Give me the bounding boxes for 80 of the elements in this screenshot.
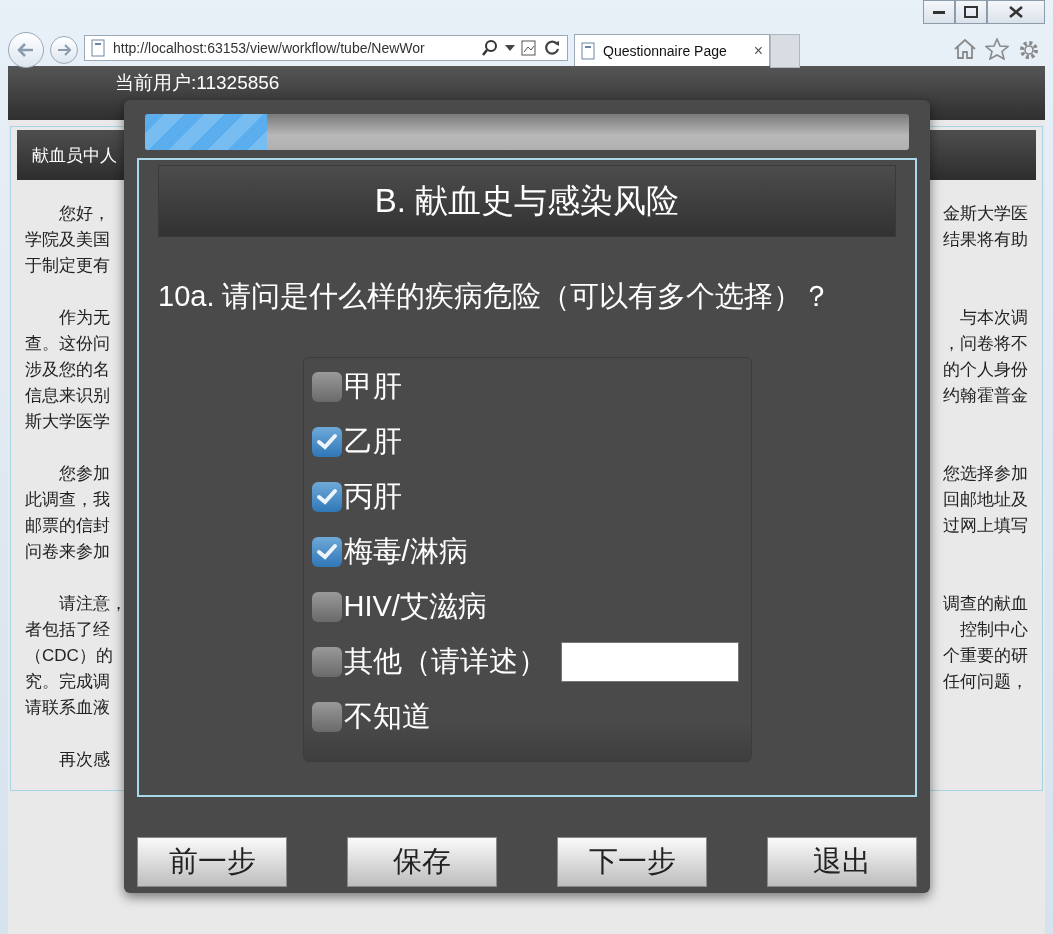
forward-button[interactable] (50, 36, 78, 64)
option-label: 不知道 (343, 699, 431, 734)
forward-arrow-icon (57, 44, 71, 56)
home-icon[interactable] (953, 38, 977, 60)
checkbox[interactable] (311, 537, 342, 567)
body-text: 问卷来参加 (25, 540, 110, 563)
body-text: 究。完成调 (25, 670, 110, 693)
nav-button[interactable]: 退出 (767, 837, 917, 887)
minimize-icon (933, 10, 945, 14)
caret-icon[interactable] (505, 45, 515, 51)
checkbox[interactable] (311, 482, 342, 512)
body-text: 者包括了经 (25, 618, 110, 641)
minimize-button[interactable] (923, 0, 955, 24)
body-text: 的个人身份 (943, 358, 1028, 381)
current-user-label: 当前用户:11325856 (115, 72, 280, 94)
body-text: 邮票的信封 (25, 514, 110, 537)
body-text: 结果将有助 (943, 228, 1028, 251)
input-field[interactable] (560, 642, 739, 682)
body-text: 任何问题， (943, 670, 1028, 693)
body-text: 于制定更有 (25, 254, 110, 277)
body-text: 再次感 (58, 748, 110, 771)
body-text: 您选择参加 (943, 462, 1028, 485)
body-text: 请联系血液 (25, 696, 110, 719)
maximize-button[interactable] (955, 0, 987, 24)
nav-button[interactable]: 保存 (347, 837, 497, 887)
body-text: 约翰霍普金 (943, 384, 1028, 407)
back-arrow-icon (17, 42, 35, 58)
page-icon (581, 41, 597, 60)
option-label: HIV/艾滋病 (343, 589, 487, 624)
body-text: 信息来识别 (25, 384, 110, 407)
body-text: 此调查，我 (25, 488, 110, 511)
page-icon (91, 39, 107, 57)
close-icon (1009, 6, 1023, 18)
address-text: http://localhost:63153/view/workflow/tube/NewWor (113, 40, 426, 56)
checkbox[interactable] (311, 427, 342, 457)
back-button[interactable] (8, 32, 44, 68)
check-icon (315, 543, 338, 561)
checkbox[interactable] (311, 592, 342, 622)
option-label: 甲肝 (343, 369, 402, 404)
body-text: 调查的献血 (943, 592, 1028, 615)
address-field[interactable]: http://localhost:63153/view/workflow/tube/NewWor (84, 35, 568, 61)
check-icon (315, 488, 338, 506)
body-text: 与本次调 (960, 306, 1028, 329)
settings-icon[interactable] (1017, 38, 1041, 62)
option-label: 梅毒/淋病 (343, 534, 468, 569)
checkbox[interactable] (311, 372, 342, 402)
body-text: 个重要的研 (943, 644, 1028, 667)
body-text: ，问卷将不 (943, 332, 1028, 355)
body-text: 学院及美国 (25, 228, 110, 251)
body-text: 查。这份问 (25, 332, 110, 355)
body-text: 控制中心 (960, 618, 1028, 641)
star-icon[interactable] (985, 38, 1009, 60)
body-text: 过网上填写 (943, 514, 1028, 537)
tab-title: Questionnaire Page (603, 42, 728, 59)
body-text: 请注意， (58, 592, 127, 615)
nav-button[interactable]: 前一步 (137, 837, 287, 887)
refresh-icon[interactable] (543, 39, 561, 57)
option-label: 乙肝 (343, 424, 402, 459)
body-text: （CDC）的 (25, 644, 113, 667)
body-text: 作为无 (58, 306, 110, 329)
option-label: 丙肝 (343, 479, 402, 514)
panel-title: 献血员中人 (32, 144, 117, 167)
body-text: 回邮地址及 (943, 488, 1028, 511)
search-icon[interactable] (481, 39, 499, 57)
option-label: 其他（请详述） (343, 644, 547, 679)
checkbox[interactable] (311, 702, 342, 732)
close-button[interactable]: × (753, 41, 763, 60)
close-window-button[interactable] (987, 0, 1045, 24)
checkbox[interactable] (311, 647, 342, 677)
check-icon (315, 433, 338, 451)
nav-button[interactable]: 下一步 (557, 837, 707, 887)
body-text: 您参加 (58, 462, 110, 485)
maximize-icon (964, 6, 978, 18)
body-text: 斯大学医学 (25, 410, 110, 433)
body-text: 您好， (58, 202, 110, 225)
question-text: 10a. 请问是什么样的疾病危险（可以有多个选择）？ (158, 279, 833, 314)
body-text: 涉及您的名 (25, 358, 110, 381)
browser-tab[interactable]: Questionnaire Page × (574, 34, 770, 66)
body-text: 金斯大学医 (943, 202, 1028, 225)
section-title: B. 献血史与感染风险 (374, 180, 680, 221)
